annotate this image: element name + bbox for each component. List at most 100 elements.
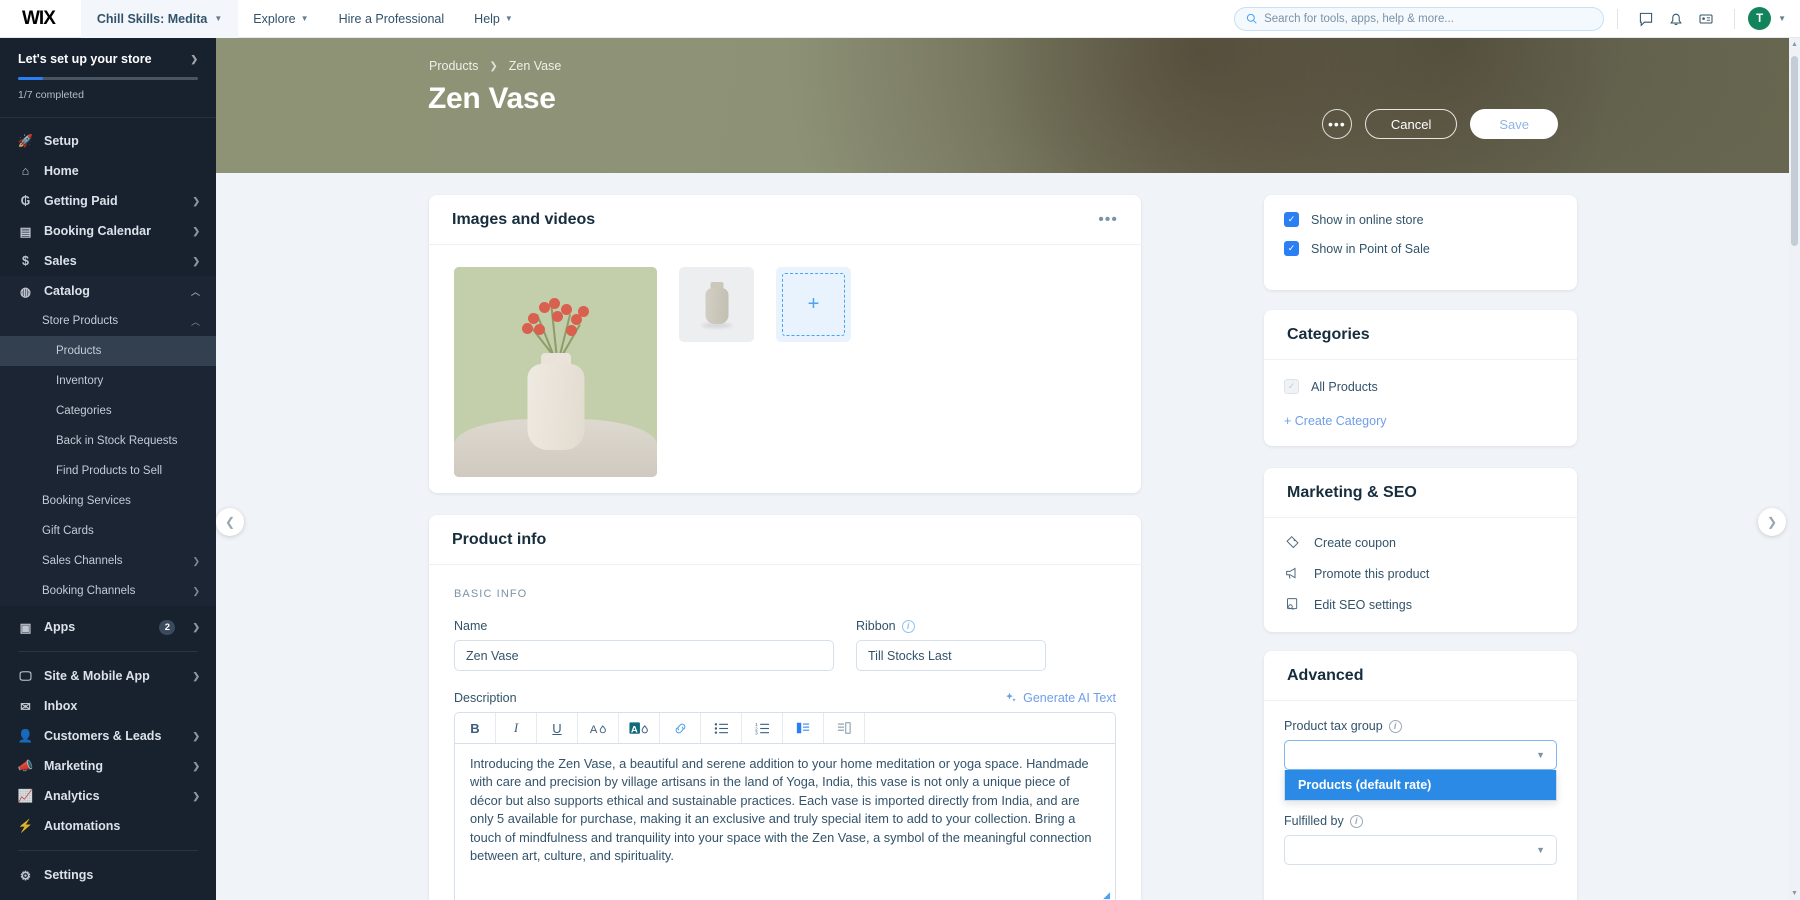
sidebar-item-analytics[interactable]: 📈 Analytics ❯ xyxy=(0,781,216,811)
sidebar-item-marketing[interactable]: 📣 Marketing ❯ xyxy=(0,751,216,781)
show-in-point-of-sale-row[interactable]: ✓ Show in Point of Sale xyxy=(1284,241,1557,256)
topnav-hire-label: Hire a Professional xyxy=(338,11,445,26)
scroll-down-arrow-icon[interactable]: ▼ xyxy=(1790,890,1799,897)
sidebar-item-booking-channels[interactable]: Booking Channels ❯ xyxy=(0,576,216,606)
categories-card: Categories ✓ All Products + Create Categ… xyxy=(1264,310,1577,446)
sidebar-item-apps[interactable]: ▣ Apps 2 ❯ xyxy=(0,612,216,642)
chat-icon[interactable] xyxy=(1631,4,1661,34)
info-icon[interactable]: i xyxy=(1388,719,1402,733)
create-coupon-row[interactable]: Create coupon xyxy=(1284,535,1557,550)
bullet-list-icon[interactable] xyxy=(701,713,742,743)
sidebar-item-site-mobile-app[interactable]: 🖵 Site & Mobile App ❯ xyxy=(0,661,216,691)
images-card-menu-icon[interactable]: ••• xyxy=(1098,211,1118,229)
breadcrumb: Products ❯ Zen Vase xyxy=(429,59,561,73)
ribbon-input[interactable]: Till Stocks Last xyxy=(856,640,1046,671)
text-color-icon[interactable]: A xyxy=(578,713,619,743)
ribbon-label: Ribbon i xyxy=(856,619,1046,633)
underline-icon[interactable]: U xyxy=(537,713,578,743)
show-in-online-store-row[interactable]: ✓ Show in online store xyxy=(1284,212,1557,227)
numbered-list-icon[interactable]: 123 xyxy=(742,713,783,743)
scroll-up-arrow-icon[interactable]: ▲ xyxy=(1790,41,1799,48)
sidebar-item-sales[interactable]: $ Sales ❯ xyxy=(0,246,216,276)
more-actions-button[interactable]: ••• xyxy=(1321,109,1352,139)
sidebar-item-customers-leads[interactable]: 👤 Customers & Leads ❯ xyxy=(0,721,216,751)
save-button[interactable]: Save xyxy=(1470,109,1558,139)
resize-handle-icon[interactable]: ◢ xyxy=(1103,889,1110,900)
media-gallery: + xyxy=(429,245,1141,493)
sidebar-item-products[interactable]: Products xyxy=(0,336,216,366)
sidebar-item-gift-cards[interactable]: Gift Cards xyxy=(0,516,216,546)
sidebar-item-inventory[interactable]: Inventory xyxy=(0,366,216,396)
info-icon[interactable]: i xyxy=(901,619,915,633)
italic-icon[interactable]: I xyxy=(496,713,537,743)
fulfilled-by-select[interactable]: ▼ xyxy=(1284,835,1557,865)
description-textarea[interactable]: Introducing the Zen Vase, a beautiful an… xyxy=(454,743,1116,900)
category-row-all-products[interactable]: ✓ All Products xyxy=(1284,379,1557,394)
progress-fill xyxy=(18,77,44,80)
next-product-button[interactable]: ❯ xyxy=(1758,508,1786,536)
generate-ai-text-button[interactable]: Generate AI Text xyxy=(1005,691,1116,705)
align-right-icon[interactable] xyxy=(783,713,824,743)
topnav-explore[interactable]: Explore ▼ xyxy=(238,0,323,38)
vertical-scrollbar[interactable]: ▲ ▼ xyxy=(1789,38,1800,900)
sidebar-item-label: Customers & Leads xyxy=(44,729,162,743)
sidebar-item-booking-services[interactable]: Booking Services xyxy=(0,486,216,516)
info-icon[interactable]: i xyxy=(1349,814,1363,828)
search-input[interactable]: Search for tools, apps, help & more... xyxy=(1234,6,1605,31)
sidebar-item-sales-channels[interactable]: Sales Channels ❯ xyxy=(0,546,216,576)
bell-icon[interactable] xyxy=(1661,4,1691,34)
description-label: Description xyxy=(454,691,517,705)
catalog-icon: ◍ xyxy=(20,284,31,299)
scrollbar-thumb[interactable] xyxy=(1791,56,1798,246)
sidebar-item-categories[interactable]: Categories xyxy=(0,396,216,426)
cancel-button[interactable]: Cancel xyxy=(1364,109,1458,139)
chevron-down-icon: ▼ xyxy=(214,14,223,23)
apps-badge: 2 xyxy=(159,619,176,635)
sidebar-item-home[interactable]: ⌂ Home xyxy=(0,156,216,186)
topnav-help[interactable]: Help ▼ xyxy=(459,0,528,38)
search-icon xyxy=(1246,13,1257,24)
secondary-image-thumbnail[interactable] xyxy=(679,267,754,342)
card-icon[interactable] xyxy=(1691,4,1721,34)
breadcrumb-products[interactable]: Products xyxy=(429,59,478,73)
sidebar-item-label: Booking Channels xyxy=(42,585,136,597)
sidebar-item-inbox[interactable]: ✉ Inbox xyxy=(0,691,216,721)
sidebar-item-automations[interactable]: ⚡ Automations xyxy=(0,811,216,841)
sidebar-item-back-in-stock-requests[interactable]: Back in Stock Requests xyxy=(0,426,216,456)
primary-image-thumbnail[interactable] xyxy=(454,267,657,477)
sidebar-item-getting-paid[interactable]: ₲ Getting Paid ❯ xyxy=(0,186,216,216)
sidebar-item-store-products[interactable]: Store Products ︿ xyxy=(0,306,216,336)
calendar-icon: ▤ xyxy=(19,224,32,239)
advanced-card: Advanced Product tax group i ▼ Products … xyxy=(1264,651,1577,900)
sidebar-item-booking-calendar[interactable]: ▤ Booking Calendar ❯ xyxy=(0,216,216,246)
link-icon[interactable] xyxy=(660,713,701,743)
name-input[interactable]: Zen Vase xyxy=(454,640,834,671)
online-store-checkbox[interactable]: ✓ xyxy=(1284,212,1299,227)
site-selector[interactable]: Chill Skills: Medita ▼ xyxy=(80,0,239,38)
product-tax-group-select[interactable]: ▼ xyxy=(1284,740,1557,770)
name-field-group: Name Zen Vase xyxy=(454,619,834,671)
point-of-sale-checkbox[interactable]: ✓ xyxy=(1284,241,1299,256)
sidebar-item-find-products-to-sell[interactable]: Find Products to Sell xyxy=(0,456,216,486)
avatar[interactable]: T xyxy=(1748,7,1772,30)
chevron-right-icon: ❯ xyxy=(192,195,200,206)
wix-logo[interactable]: WIX xyxy=(0,8,81,30)
dropdown-option-products-default-rate[interactable]: Products (default rate) xyxy=(1285,770,1556,800)
highlight-color-icon[interactable]: A xyxy=(619,713,660,743)
sidebar-item-catalog[interactable]: ◍ Catalog ︿ xyxy=(0,276,216,306)
promote-product-row[interactable]: Promote this product xyxy=(1284,566,1557,581)
previous-product-button[interactable]: ❮ xyxy=(216,508,244,536)
sidebar-item-settings[interactable]: ⚙ Settings xyxy=(0,860,216,890)
align-left-icon[interactable] xyxy=(824,713,865,743)
add-media-button[interactable]: + xyxy=(776,267,851,342)
sidebar-item-setup[interactable]: 🚀 Setup xyxy=(0,126,216,156)
setup-progress-block[interactable]: Let's set up your store ❯ 1/7 completed xyxy=(0,38,216,118)
edit-seo-settings-row[interactable]: Edit SEO settings xyxy=(1284,597,1557,612)
bolt-icon: ⚡ xyxy=(17,818,34,833)
chevron-down-icon[interactable]: ▼ xyxy=(1778,14,1786,23)
topnav-hire-professional[interactable]: Hire a Professional xyxy=(324,0,460,38)
create-category-link[interactable]: + Create Category xyxy=(1284,414,1386,428)
advanced-title: Advanced xyxy=(1287,666,1364,684)
bold-icon[interactable]: B xyxy=(455,713,496,743)
divider xyxy=(18,850,198,851)
